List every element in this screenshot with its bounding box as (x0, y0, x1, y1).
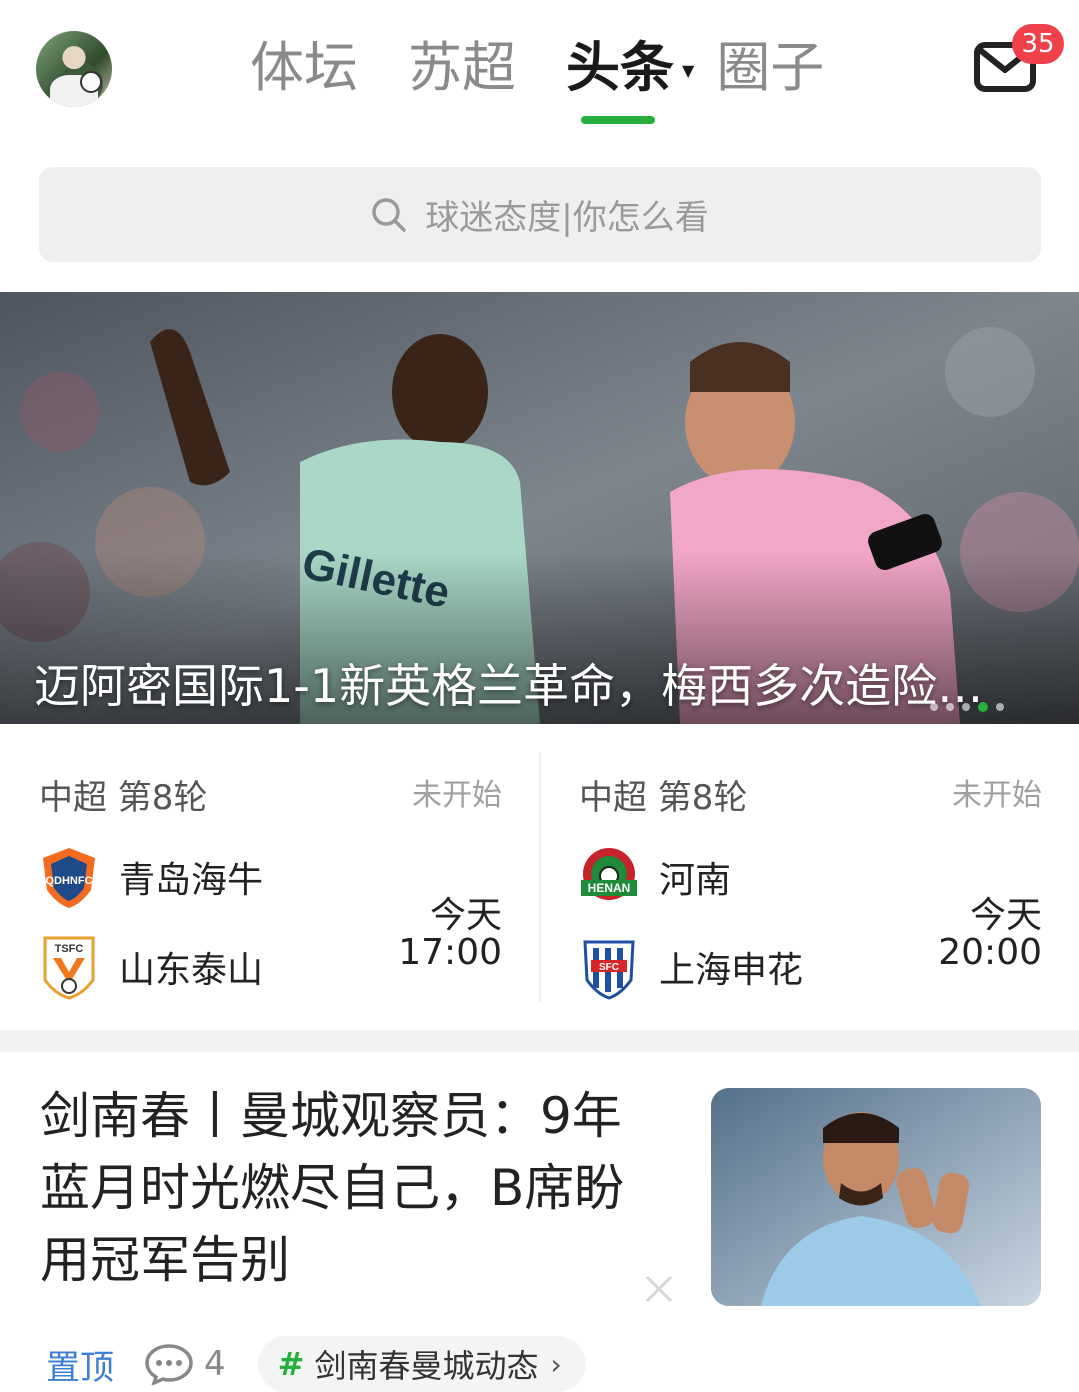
hero-headline[interactable]: 迈阿密国际1-1新英格兰革命，梅西多次造险… (34, 650, 1044, 716)
svg-text:HENAN: HENAN (588, 881, 631, 895)
home-team-name: 河南 (659, 860, 732, 901)
search-bar[interactable]: 球迷态度|你怎么看 (39, 167, 1041, 262)
channel-tabs: 体坛 苏超 头条 ▼ 圈子 (250, 28, 874, 108)
match-card[interactable]: 中超 第8轮 未开始 HENAN 河南 SFC 上海申花 今天 20:00 (540, 724, 1079, 1030)
match-day: 今天 (969, 895, 1042, 936)
caret-down-icon[interactable]: ▼ (682, 61, 694, 80)
svg-text:TSFC: TSFC (55, 943, 84, 955)
away-team: SFC 上海申花 (579, 934, 803, 1000)
article-meta: 置顶 4 # 剑南春曼城动态 › (46, 1336, 586, 1392)
comment-count: 4 (204, 1344, 226, 1384)
match-status: 未开始 (412, 778, 502, 813)
shanghai-shenhua-logo: SFC (579, 934, 639, 1000)
search-icon (372, 197, 407, 232)
carousel-dot[interactable] (962, 703, 970, 711)
article-title[interactable]: 剑南春丨曼城观察员：9年蓝月时光燃尽自己，B席盼用冠军告别 (40, 1080, 660, 1296)
match-status: 未开始 (952, 778, 1042, 813)
away-team: TSFC 山东泰山 (39, 934, 263, 1000)
tab-quanzi[interactable]: 圈子 (716, 28, 824, 108)
hashtag-icon: # (277, 1345, 305, 1383)
search-placeholder: 球迷态度|你怎么看 (425, 198, 709, 238)
carousel-dots (930, 702, 1012, 712)
carousel-dot[interactable] (996, 703, 1004, 711)
top-nav-bar: 体坛 苏超 头条 ▼ 圈子 35 (0, 0, 1079, 140)
topic-tag[interactable]: # 剑南春曼城动态 › (257, 1336, 586, 1392)
away-team-name: 上海申花 (659, 950, 804, 991)
svg-text:SFC: SFC (599, 962, 619, 973)
home-team: HENAN 河南 (579, 844, 731, 910)
match-card[interactable]: 中超 第8轮 未开始 QDHNFC 青岛海牛 TSFC 山东泰山 今天 17:0… (0, 724, 540, 1030)
tab-tiyu[interactable]: 体坛 (250, 28, 358, 108)
chevron-right-icon: › (550, 1347, 562, 1381)
carousel-dot[interactable] (946, 703, 954, 711)
match-league: 中超 第8轮 (39, 778, 208, 818)
qingdao-hainiu-logo: QDHNFC (39, 844, 99, 910)
svg-text:QDHNFC: QDHNFC (45, 875, 92, 887)
close-icon[interactable] (644, 1274, 674, 1304)
home-team-name: 青岛海牛 (119, 860, 264, 901)
tab-toutiao[interactable]: 头条 (566, 28, 674, 108)
match-time: 17:00 (398, 932, 502, 973)
carousel-dot[interactable] (930, 703, 938, 711)
carousel-dot-active[interactable] (978, 702, 988, 712)
comment-icon[interactable] (144, 1343, 194, 1385)
shandong-taishan-logo: TSFC (39, 934, 99, 1000)
active-tab-indicator (581, 116, 655, 124)
topic-name: 剑南春曼城动态 (314, 1347, 539, 1385)
section-separator (0, 1030, 1079, 1052)
match-time: 20:00 (938, 932, 1042, 973)
match-league: 中超 第8轮 (579, 778, 748, 818)
pinned-label: 置顶 (46, 1347, 114, 1388)
match-day: 今天 (429, 895, 502, 936)
mail-unread-badge: 35 (1012, 24, 1064, 64)
user-avatar[interactable] (36, 31, 112, 107)
article-thumbnail[interactable] (711, 1088, 1041, 1306)
home-team: QDHNFC 青岛海牛 (39, 844, 263, 910)
away-team-name: 山东泰山 (119, 950, 264, 991)
tab-suchao[interactable]: 苏超 (408, 28, 516, 108)
henan-logo: HENAN (579, 844, 639, 910)
